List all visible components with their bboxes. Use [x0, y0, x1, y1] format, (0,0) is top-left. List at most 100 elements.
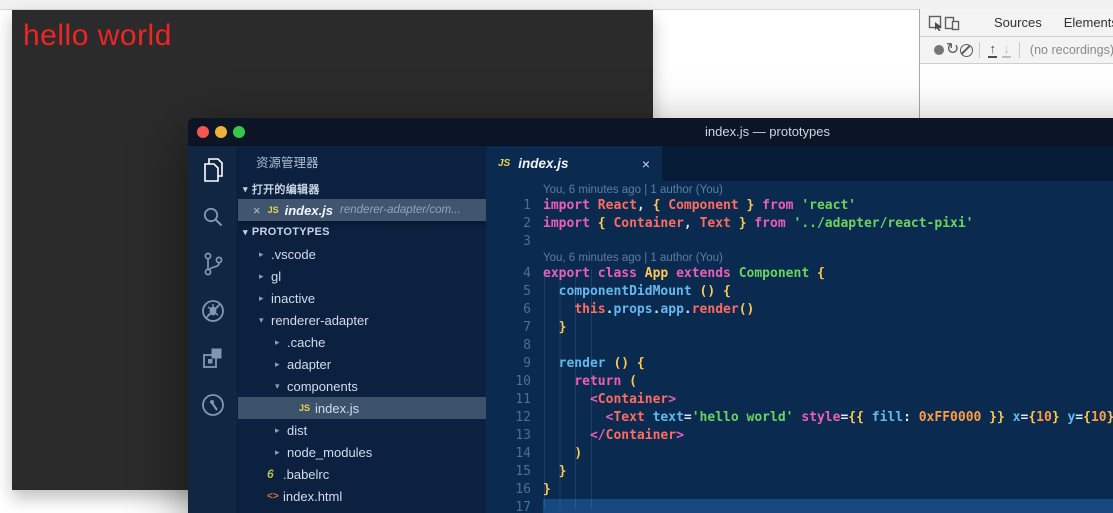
tree-item-components[interactable]: ▾ components: [238, 375, 486, 397]
code-token: (): [738, 302, 755, 317]
code-line-4[interactable]: 4 export class App extends Component {: [486, 265, 1113, 283]
code-line-14[interactable]: 14 ): [486, 445, 1113, 463]
tree-item-node-modules[interactable]: ▸ node_modules: [238, 441, 486, 463]
tree-item-main-js[interactable]: JSmain.js: [238, 507, 486, 513]
code-line-content[interactable]: export class App extends Component {: [543, 265, 1113, 283]
code-token: import: [543, 198, 598, 213]
code-line-content[interactable]: this.props.app.render(): [543, 301, 1113, 319]
codelens-annotation: You, 6 minutes ago | 1 author (You): [486, 183, 1113, 197]
code-line-content[interactable]: render () {: [543, 355, 1113, 373]
clear-icon[interactable]: [959, 40, 973, 60]
window-titlebar[interactable]: index.js — prototypes: [188, 118, 1113, 146]
code-line-content[interactable]: [543, 233, 1113, 251]
code-line-content[interactable]: }: [543, 463, 1113, 481]
code-line-content[interactable]: <Text text='hello world' style={{ fill: …: [543, 409, 1113, 427]
inspect-icon[interactable]: [928, 13, 944, 33]
line-number: 5: [523, 284, 531, 299]
code-line-1[interactable]: 1 import React, { Component } from 'react…: [486, 197, 1113, 215]
code-editor[interactable]: You, 6 minutes ago | 1 author (You) 1 impo…: [486, 181, 1113, 513]
explorer-title: 资源管理器: [256, 156, 319, 170]
close-icon[interactable]: ×: [642, 156, 650, 172]
code-line-content[interactable]: import { Container, Text } from '../adap…: [543, 215, 1113, 233]
code-line-content[interactable]: <Container>: [543, 391, 1113, 409]
code-token: Component: [738, 266, 810, 281]
code-line-6[interactable]: 6 this.props.app.render(): [486, 301, 1113, 319]
tree-item-gl[interactable]: ▸ gl: [238, 265, 486, 287]
code-line-content[interactable]: }: [543, 319, 1113, 337]
search-icon[interactable]: [199, 203, 227, 231]
open-editor-item-indexjs[interactable]: × JS index.js renderer-adapter/com...: [238, 199, 486, 221]
record-icon[interactable]: [932, 40, 946, 60]
code-line-10[interactable]: 10 return (: [486, 373, 1113, 391]
chevron-down-icon: ▾: [259, 314, 264, 325]
code-line-15[interactable]: 15 }: [486, 463, 1113, 481]
code-line-5[interactable]: 5 componentDidMount () {: [486, 283, 1113, 301]
tree-item-label: index.html: [283, 488, 343, 504]
line-number: 10: [515, 374, 531, 389]
source-control-icon[interactable]: [199, 250, 227, 278]
zoom-traffic-light[interactable]: [233, 126, 245, 138]
code-line-content[interactable]: [543, 499, 1113, 513]
tree-item--cache[interactable]: ▸ .cache: [238, 331, 486, 353]
close-traffic-light[interactable]: [197, 126, 209, 138]
code-line-8[interactable]: 8: [486, 337, 1113, 355]
files-icon[interactable]: [199, 156, 227, 184]
code-line-9[interactable]: 9 render () {: [486, 355, 1113, 373]
minimize-traffic-light[interactable]: [215, 126, 227, 138]
device-toolbar-icon[interactable]: [944, 13, 960, 33]
code-token: 10: [1036, 410, 1052, 425]
code-line-7[interactable]: 7 }: [486, 319, 1113, 337]
code-token: render: [558, 356, 614, 371]
preview-hello-world-text: hello world: [23, 19, 172, 52]
code-line-content[interactable]: import React, { Component } from 'react': [543, 197, 1113, 215]
debug-icon[interactable]: [199, 297, 227, 325]
html-file-icon: <>: [267, 490, 279, 502]
code-line-content[interactable]: }: [543, 481, 1113, 499]
codelens-text[interactable]: You, 6 minutes ago | 1 author (You): [543, 183, 1113, 197]
tab-indexjs[interactable]: JS index.js ×: [486, 146, 662, 181]
code-line-content[interactable]: [543, 337, 1113, 355]
tree-item-renderer-adapter[interactable]: ▾ renderer-adapter: [238, 309, 486, 331]
tree-item-label: dist: [287, 422, 308, 438]
code-line-11[interactable]: 11 <Container>: [486, 391, 1113, 409]
code-line-3[interactable]: 3: [486, 233, 1113, 251]
code-line-content[interactable]: componentDidMount () {: [543, 283, 1113, 301]
gitlens-icon[interactable]: [199, 391, 227, 419]
tree-item-index-html[interactable]: <> index.html: [238, 485, 486, 507]
code-line-17[interactable]: 17: [486, 499, 1113, 513]
open-editors-section-header[interactable]: ▾ 打开的编辑器: [238, 179, 486, 199]
code-token: app: [660, 302, 684, 317]
code-token: componentDidMount: [558, 284, 700, 299]
close-icon[interactable]: ×: [253, 203, 261, 218]
code-line-16[interactable]: 16}: [486, 481, 1113, 499]
tree-item-dist[interactable]: ▸ dist: [238, 419, 486, 441]
code-token: {: [652, 198, 669, 213]
code-line-12[interactable]: 12 <Text text='hello world' style={{ fil…: [486, 409, 1113, 427]
load-profile-icon[interactable]: ↑: [986, 40, 1000, 60]
tree-item-index-js[interactable]: JS index.js: [238, 397, 486, 419]
code-token: from: [746, 216, 794, 231]
code-token: () {: [613, 356, 645, 371]
code-line-content[interactable]: return (: [543, 373, 1113, 391]
folder-section-header[interactable]: ▾ PROTOTYPES: [238, 221, 486, 243]
devtools-tab-elements[interactable]: Elements: [1064, 15, 1113, 30]
tree-item--babelrc[interactable]: 6 .babelrc: [238, 463, 486, 485]
code-token: export: [543, 266, 598, 281]
code-line-content[interactable]: ): [543, 445, 1113, 463]
tree-item-adapter[interactable]: ▸ adapter: [238, 353, 486, 375]
codelens-text[interactable]: You, 6 minutes ago | 1 author (You): [543, 251, 1113, 265]
devtools-tab-sources[interactable]: Sources: [994, 15, 1042, 30]
tree-item-inactive[interactable]: ▸ inactive: [238, 287, 486, 309]
tree-item--vscode[interactable]: ▸ .vscode: [238, 243, 486, 265]
extensions-icon[interactable]: [199, 344, 227, 372]
code-line-2[interactable]: 2 import { Container, Text } from '../ada…: [486, 215, 1113, 233]
code-line-content[interactable]: </Container>: [543, 427, 1113, 445]
code-token: props: [613, 302, 653, 317]
code-line-13[interactable]: 13 </Container>: [486, 427, 1113, 445]
line-number: 15: [515, 464, 531, 479]
reload-icon[interactable]: ↻: [946, 40, 960, 60]
